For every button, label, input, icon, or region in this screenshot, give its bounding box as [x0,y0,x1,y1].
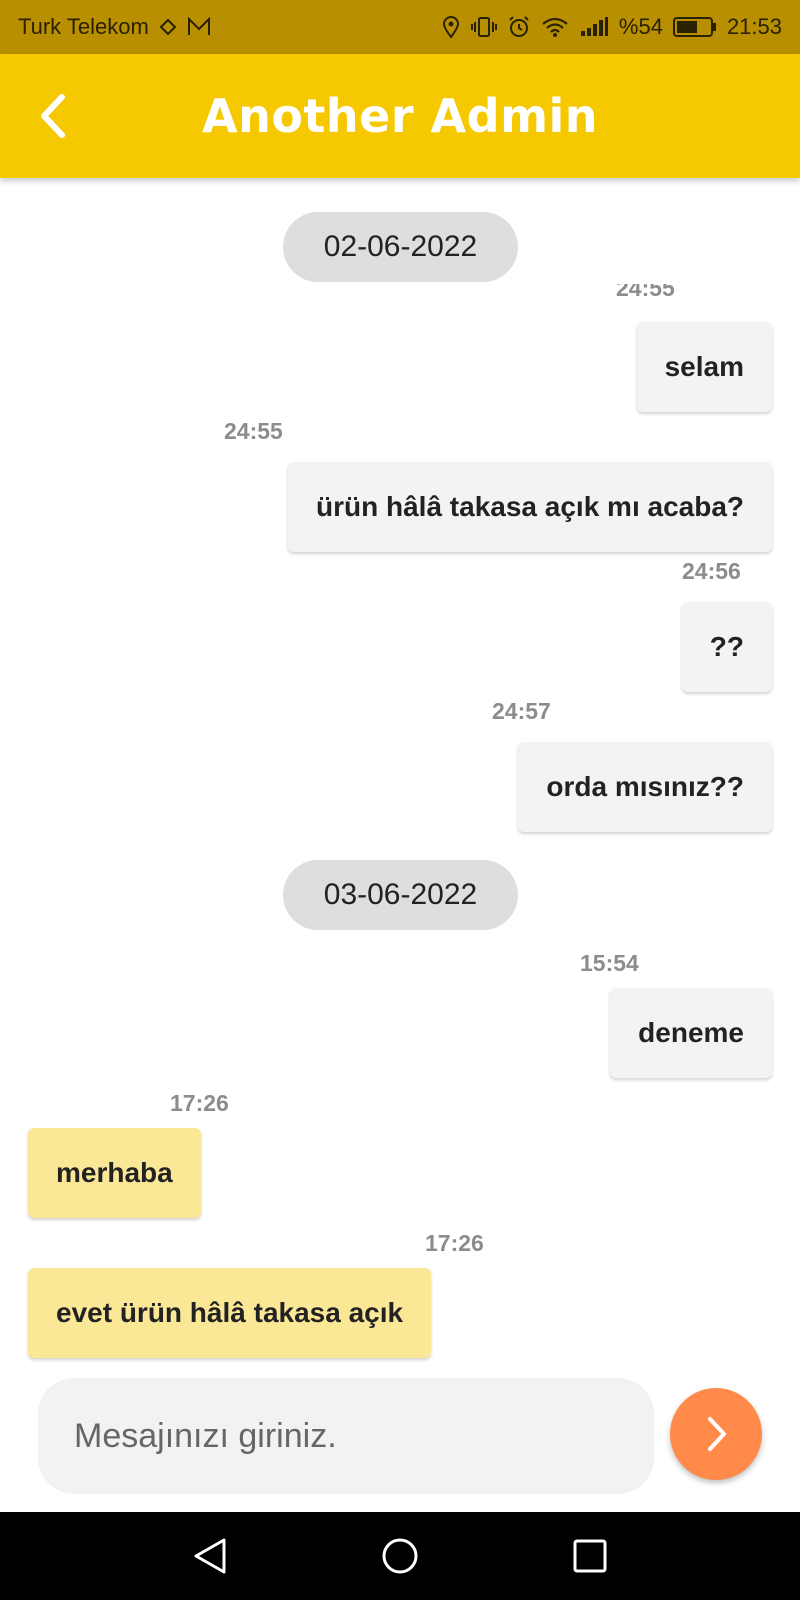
battery-icon [672,16,717,38]
chevron-right-icon [708,1417,726,1451]
send-button[interactable] [670,1388,762,1480]
date-divider: 02-06-2022 [283,212,518,282]
status-left: Turk Telekom [18,14,211,40]
date-divider: 03-06-2022 [283,860,518,930]
message-time: 17:26 [170,1090,229,1116]
chevron-left-icon [41,94,65,138]
square-recents-icon [573,1539,607,1573]
carrier-label: Turk Telekom [18,14,149,39]
outgoing-message[interactable]: selam [636,322,772,412]
message-composer [0,1378,800,1512]
message-time: 24:55 [616,284,675,301]
clock-time: 21:53 [726,14,782,39]
mail-icon [187,17,211,37]
system-nav-bar [0,1512,800,1600]
nav-recents-button[interactable] [560,1526,620,1586]
chat-messages[interactable]: 02-06-2022 24:55 selam 24:55 ürün hâlâ t… [0,178,800,1378]
chat-title: Another Admin [201,89,599,143]
message-input[interactable] [38,1378,654,1494]
wifi-icon [541,16,569,38]
back-button[interactable] [30,92,74,140]
outgoing-message[interactable]: ?? [681,602,772,692]
outgoing-message[interactable]: ürün hâlâ takasa açık mı acaba? [288,462,772,552]
incoming-message[interactable]: evet ürün hâlâ takasa açık [28,1268,432,1358]
triangle-back-icon [194,1538,226,1574]
message-time: 17:26 [425,1230,484,1256]
message-time: 24:57 [492,698,551,724]
alarm-icon [507,15,531,39]
data-transfer-icon [157,16,179,38]
message-time: 24:55 [224,418,283,444]
signal-icon [579,17,609,37]
battery-percent: %54 [618,14,663,39]
vibrate-icon [470,16,497,38]
incoming-message[interactable]: merhaba [28,1128,201,1218]
circle-home-icon [382,1538,418,1574]
nav-back-button[interactable] [180,1526,240,1586]
status-right: %54 21:53 [441,14,782,40]
outgoing-message[interactable]: deneme [610,988,772,1078]
status-bar: Turk Telekom %54 21:53 [0,0,800,54]
nav-home-button[interactable] [370,1526,430,1586]
location-icon [441,15,461,39]
message-time: 24:56 [682,558,741,584]
message-time: 15:54 [580,950,639,976]
app-bar: Another Admin [0,54,800,178]
outgoing-message[interactable]: orda mısınız?? [518,742,772,832]
